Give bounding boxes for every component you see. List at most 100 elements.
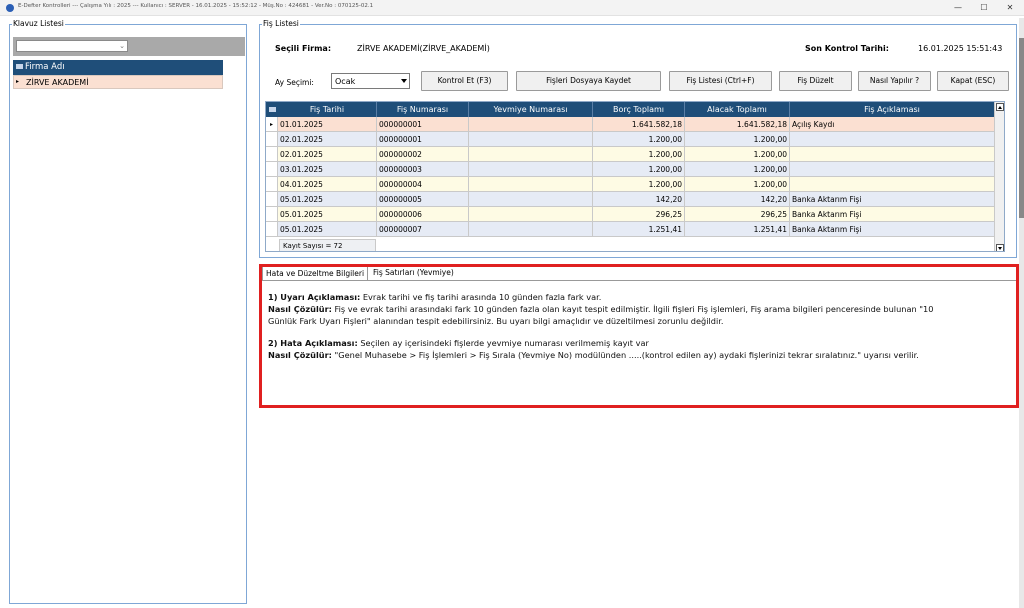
table-row[interactable]: 04.01.2025 000000004 1.200,00 1.200,00 (266, 177, 1004, 192)
fis-duzelt-button[interactable]: Fiş Düzelt (779, 71, 852, 91)
table-row[interactable]: 02.01.2025 000000001 1.200,00 1.200,00 (266, 132, 1004, 147)
fis-listesi-button[interactable]: Fiş Listesi (Ctrl+F) (669, 71, 772, 91)
hata-text: Seçilen ay içerisindeki fişlerde yevmiye… (357, 338, 649, 348)
column-header-alacak-toplami[interactable]: Alacak Toplamı (685, 102, 790, 117)
close-button[interactable]: ✕ (1004, 2, 1016, 14)
fis-listesi-panel: Fiş Listesi Seçili Firma: ZİRVE AKADEMİ(… (259, 19, 1017, 258)
table-row[interactable]: ▸ 01.01.2025 000000001 1.641.582,18 1.64… (266, 117, 1004, 132)
row-indicator-icon: ▸ (266, 117, 278, 132)
cell-yevmiye (469, 132, 593, 147)
cell-fis-numarasi: 000000004 (377, 177, 469, 192)
row-indicator (266, 207, 278, 222)
cell-alacak: 142,20 (685, 192, 790, 207)
filter-strip: ⌄ (13, 37, 245, 56)
cell-alacak: 1.200,00 (685, 132, 790, 147)
cell-aciklama: Banka Aktarım Fişi (790, 192, 995, 207)
window-title: E-Defter Kontrolleri --- Çalışma Yılı : … (18, 3, 374, 9)
firma-grid: Firma Adı ▸ ZİRVE AKADEMİ (13, 60, 223, 89)
firma-row[interactable]: ▸ ZİRVE AKADEMİ (13, 75, 223, 89)
cell-borc: 1.641.582,18 (593, 117, 685, 132)
cell-aciklama: Banka Aktarım Fişi (790, 222, 995, 237)
uyari-line: 1) Uyarı Açıklaması: Evrak tarihi ve fiş… (268, 292, 601, 303)
firma-adi-column-header[interactable]: Firma Adı (25, 61, 65, 74)
grid-menu-icon[interactable] (16, 64, 23, 69)
cell-yevmiye (469, 162, 593, 177)
column-header-fis-aciklamasi[interactable]: Fiş Açıklaması (790, 102, 995, 117)
row-indicator (266, 132, 278, 147)
cell-fis-numarasi: 000000005 (377, 192, 469, 207)
window-scrollbar[interactable] (1019, 18, 1024, 608)
filter-select[interactable]: ⌄ (16, 40, 128, 52)
cell-yevmiye (469, 192, 593, 207)
cell-fis-numarasi: 000000006 (377, 207, 469, 222)
cell-fis-tarihi: 02.01.2025 (278, 147, 377, 162)
cell-alacak: 296,25 (685, 207, 790, 222)
app-icon (6, 4, 14, 12)
kapat-button[interactable]: Kapat (ESC) (937, 71, 1009, 91)
tab-hata-duzeltme[interactable]: Hata ve Düzeltme Bilgileri (262, 266, 369, 280)
cell-fis-tarihi: 05.01.2025 (278, 192, 377, 207)
cell-borc: 142,20 (593, 192, 685, 207)
row-indicator (266, 192, 278, 207)
table-row[interactable]: 05.01.2025 000000007 1.251,41 1.251,41 B… (266, 222, 1004, 237)
hata-title: 2) Hata Açıklaması: (268, 338, 358, 348)
scroll-down-icon[interactable] (996, 244, 1004, 251)
tab-divider (259, 280, 1017, 281)
klavuz-listesi-panel: Klavuz Listesi ⌄ Firma Adı ▸ ZİRVE AKADE… (9, 19, 247, 604)
son-kontrol-label: Son Kontrol Tarihi: (805, 44, 889, 53)
son-kontrol-value: 16.01.2025 15:51:43 (918, 44, 1003, 53)
uyari-title: 1) Uyarı Açıklaması: (268, 292, 361, 302)
table-row[interactable]: 02.01.2025 000000002 1.200,00 1.200,00 (266, 147, 1004, 162)
column-header-yevmiye-numarasi[interactable]: Yevmiye Numarası (469, 102, 593, 117)
cell-fis-numarasi: 000000007 (377, 222, 469, 237)
tab-fis-satirlari[interactable]: Fiş Satırları (Yevmiye) (370, 266, 457, 280)
table-row[interactable]: 03.01.2025 000000003 1.200,00 1.200,00 (266, 162, 1004, 177)
nasil-yapilir-button[interactable]: Nasıl Yapılır ? (858, 71, 931, 91)
row-indicator (266, 222, 278, 237)
hata-line: 2) Hata Açıklaması: Seçilen ay içerisind… (268, 338, 649, 349)
cell-alacak: 1.200,00 (685, 162, 790, 177)
cell-aciklama (790, 147, 995, 162)
minimize-button[interactable]: — (952, 2, 964, 14)
cell-fis-tarihi: 03.01.2025 (278, 162, 377, 177)
cozum1-line2: Günlük Fark Uyarı Fişleri" alanından tes… (268, 316, 724, 326)
firma-name: ZİRVE AKADEMİ (26, 78, 89, 87)
cell-aciklama: Banka Aktarım Fişi (790, 207, 995, 222)
column-header-fis-numarasi[interactable]: Fiş Numarası (377, 102, 469, 117)
fis-grid: Fiş Tarihi Fiş Numarası Yevmiye Numarası… (265, 101, 1005, 252)
dropdown-arrow-icon[interactable] (401, 79, 407, 83)
cell-fis-tarihi: 02.01.2025 (278, 132, 377, 147)
grid-menu-icon[interactable] (266, 102, 278, 117)
fisleri-kaydet-button[interactable]: Fişleri Dosyaya Kaydet (516, 71, 661, 91)
scrollbar-thumb[interactable] (1019, 38, 1024, 218)
scroll-up-icon[interactable] (996, 103, 1004, 111)
maximize-button[interactable]: ☐ (978, 2, 990, 14)
cell-borc: 1.200,00 (593, 147, 685, 162)
column-header-borc-toplami[interactable]: Borç Toplamı (593, 102, 685, 117)
cell-aciklama (790, 132, 995, 147)
table-row[interactable]: 05.01.2025 000000005 142,20 142,20 Banka… (266, 192, 1004, 207)
ay-secimi-label: Ay Seçimi: (275, 78, 314, 87)
fis-listesi-title: Fiş Listesi (262, 19, 300, 29)
vertical-scrollbar[interactable] (994, 102, 1004, 251)
kontrol-et-button[interactable]: Kontrol Et (F3) (421, 71, 508, 91)
secili-firma-label: Seçili Firma: (275, 44, 332, 53)
cell-aciklama (790, 177, 995, 192)
uyari-text: Evrak tarihi ve fiş tarihi arasında 10 g… (360, 292, 602, 302)
cell-alacak: 1.251,41 (685, 222, 790, 237)
cozum1-title: Nasıl Çözülür: (268, 304, 332, 314)
row-indicator (266, 177, 278, 192)
chevron-down-icon[interactable]: ⌄ (119, 41, 125, 51)
cell-fis-numarasi: 000000003 (377, 162, 469, 177)
klavuz-listesi-title: Klavuz Listesi (12, 19, 65, 29)
ay-secimi-select[interactable]: Ocak (331, 73, 410, 89)
cozum1-text: Fiş ve evrak tarihi arasındaki fark 10 g… (331, 304, 934, 314)
cell-fis-tarihi: 05.01.2025 (278, 207, 377, 222)
kayit-sayisi: Kayıt Sayısı = 72 (279, 239, 376, 251)
window-titlebar: E-Defter Kontrolleri --- Çalışma Yılı : … (0, 0, 1024, 16)
table-row[interactable]: 05.01.2025 000000006 296,25 296,25 Banka… (266, 207, 1004, 222)
cell-fis-numarasi: 000000001 (377, 132, 469, 147)
cell-borc: 1.200,00 (593, 162, 685, 177)
cell-borc: 1.200,00 (593, 177, 685, 192)
column-header-fis-tarihi[interactable]: Fiş Tarihi (278, 102, 377, 117)
